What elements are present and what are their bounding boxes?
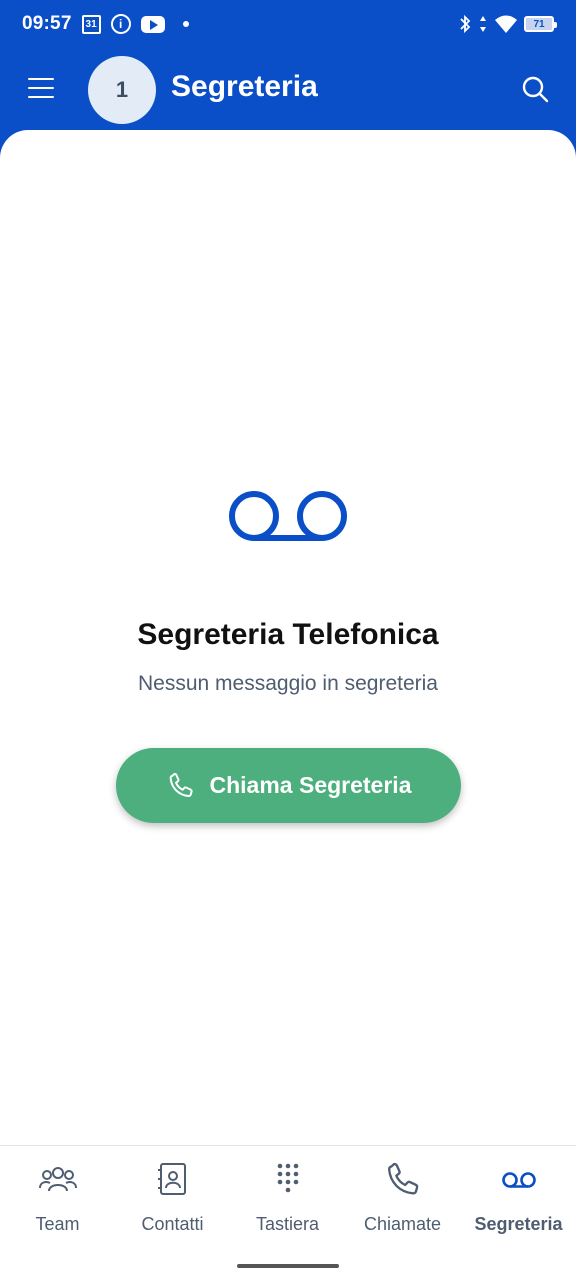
bottom-nav: Team Contatti Tastiera Chiamate Segreter… <box>0 1145 576 1280</box>
youtube-icon <box>140 15 165 33</box>
info-icon: i <box>110 14 131 34</box>
data-arrows-icon <box>480 16 486 32</box>
notification-dot-icon <box>182 21 189 27</box>
status-time: 09:57 <box>22 13 72 34</box>
voicemail-icon <box>501 1172 536 1188</box>
page-title: Segreteria <box>171 70 318 103</box>
nav-item-chiamate[interactable]: Chiamate <box>345 1160 460 1240</box>
phone-icon <box>387 1162 418 1195</box>
bluetooth-icon <box>460 14 471 34</box>
nav-label-tastiera: Tastiera <box>255 1214 320 1234</box>
empty-state-subtitle: Nessun messaggio in segreteria <box>138 672 438 695</box>
nav-label-chiamate: Chiamate <box>363 1214 442 1234</box>
voicemail-icon <box>229 491 347 541</box>
nav-item-team[interactable]: Team <box>0 1160 115 1240</box>
search-icon[interactable] <box>520 74 550 104</box>
nav-item-tastiera[interactable]: Tastiera <box>230 1160 345 1240</box>
call-voicemail-label: Chiama Segreteria <box>209 772 412 798</box>
calendar-icon: 31 <box>81 14 101 34</box>
menu-icon[interactable] <box>28 78 54 98</box>
avatar[interactable]: 1 <box>88 56 156 124</box>
status-bar: 09:57 31 i 71 <box>0 0 576 48</box>
nav-label-segreteria: Segreteria <box>474 1214 563 1234</box>
keypad-icon <box>277 1163 298 1193</box>
nav-label-team: Team <box>35 1214 80 1234</box>
nav-label-contatti: Contatti <box>141 1214 204 1234</box>
home-indicator[interactable] <box>237 1264 339 1268</box>
empty-state-title: Segreteria Telefonica <box>137 618 439 651</box>
app-bar: 1 Segreteria <box>0 48 576 132</box>
nav-item-contatti[interactable]: Contatti <box>115 1160 230 1240</box>
main-content: Segreteria Telefonica Nessun messaggio i… <box>0 130 576 1145</box>
phone-icon <box>169 772 193 797</box>
call-voicemail-button[interactable]: Chiama Segreteria <box>116 748 461 823</box>
contacts-icon <box>157 1163 186 1195</box>
team-icon <box>38 1167 77 1192</box>
battery-icon: 71 <box>524 16 557 32</box>
wifi-icon <box>495 15 517 33</box>
nav-item-segreteria[interactable]: Segreteria <box>461 1160 576 1240</box>
